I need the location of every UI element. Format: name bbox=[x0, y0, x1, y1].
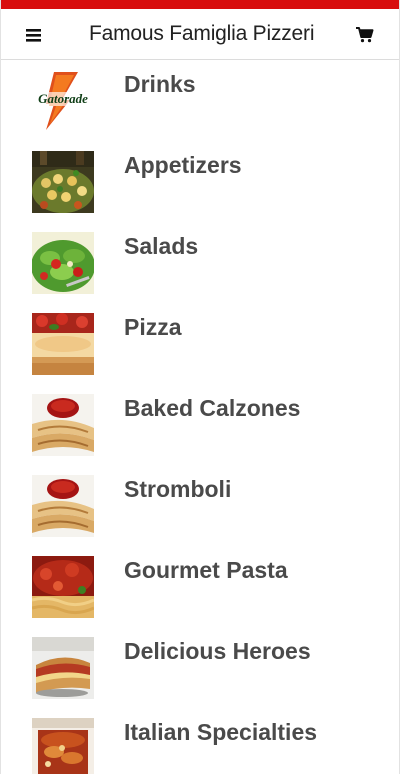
brand-stripe bbox=[1, 0, 399, 9]
salad-image bbox=[32, 232, 94, 294]
category-label: Italian Specialties bbox=[124, 719, 318, 745]
category-label: Appetizers bbox=[124, 152, 242, 178]
category-item-appetizers[interactable]: Appetizers bbox=[1, 141, 399, 222]
category-label: Drinks bbox=[124, 71, 196, 97]
category-label: Delicious Heroes bbox=[124, 638, 311, 664]
category-label: Stromboli bbox=[124, 476, 232, 502]
pizza-image bbox=[32, 313, 94, 375]
category-item-baked-calzones[interactable]: Baked Calzones bbox=[1, 384, 399, 465]
svg-text:Gatorade: Gatorade bbox=[38, 91, 88, 106]
category-label: Gourmet Pasta bbox=[124, 557, 288, 583]
app-page: Famous Famiglia Pizzeri Gatorade Drinks … bbox=[0, 0, 400, 774]
category-item-pizza[interactable]: Pizza bbox=[1, 303, 399, 384]
pasta-image bbox=[32, 556, 94, 618]
app-header: Famous Famiglia Pizzeri bbox=[1, 9, 399, 60]
shopping-cart-icon[interactable] bbox=[355, 26, 375, 44]
category-list: Gatorade Drinks Appetizers Salads Pizza … bbox=[1, 60, 399, 774]
category-label: Salads bbox=[124, 233, 199, 259]
hamburger-menu-icon[interactable] bbox=[25, 27, 43, 43]
italian-specialty-image bbox=[32, 718, 94, 774]
category-item-drinks[interactable]: Gatorade Drinks bbox=[1, 60, 399, 141]
category-label: Baked Calzones bbox=[124, 395, 301, 421]
calzone-image bbox=[32, 394, 94, 456]
category-item-stromboli[interactable]: Stromboli bbox=[1, 465, 399, 546]
category-item-gourmet-pasta[interactable]: Gourmet Pasta bbox=[1, 546, 399, 627]
category-item-italian-specialties[interactable]: Italian Specialties bbox=[1, 708, 399, 774]
stromboli-image bbox=[32, 475, 94, 537]
hero-sandwich-image bbox=[32, 637, 94, 699]
category-item-delicious-heroes[interactable]: Delicious Heroes bbox=[1, 627, 399, 708]
appetizers-image bbox=[32, 151, 94, 213]
gatorade-logo-image: Gatorade bbox=[32, 70, 94, 132]
page-title: Famous Famiglia Pizzeri bbox=[89, 22, 315, 45]
category-label: Pizza bbox=[124, 314, 182, 340]
category-item-salads[interactable]: Salads bbox=[1, 222, 399, 303]
